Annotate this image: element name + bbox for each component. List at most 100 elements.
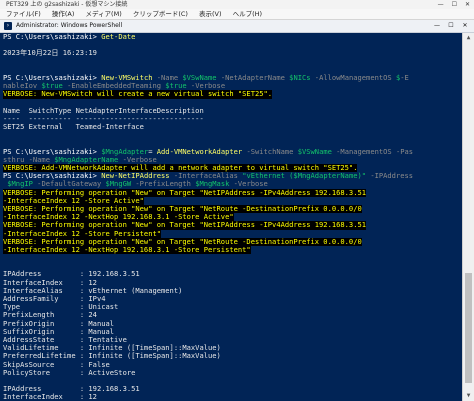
console-text: $MngAdapterName — [54, 155, 119, 164]
console-line: SkipAsSource : False — [3, 361, 462, 369]
close-icon[interactable]: ✕ — [458, 20, 472, 32]
console-text: New-NetIPAddress — [101, 172, 170, 181]
console-line: sthru -Name $MngAdapterName -Verbose — [3, 156, 462, 164]
maximize-icon[interactable]: ☐ — [444, 20, 458, 32]
console-text: -Verbose — [229, 180, 268, 189]
verbose-text: -InterfaceIndex 12 -NextHop 192.168.3.1 … — [3, 213, 234, 222]
console-text: IPAddress : 192.168.3.51 — [3, 270, 140, 279]
console-text: $NICs — [289, 73, 311, 82]
console-text: $VSwName — [297, 147, 332, 156]
console-text: InterfaceIndex : 12 — [3, 278, 97, 287]
maximize-icon[interactable]: ☐ — [452, 0, 457, 9]
console-text: ValidLifetime : Infinite ([TimeSpan]::Ma… — [3, 344, 221, 353]
console-line: IPAddress : 192.168.3.51 — [3, 385, 462, 393]
console-line: IPAddress : 192.168.3.51 — [3, 270, 462, 278]
console-text: -E — [400, 73, 409, 82]
menu-file[interactable]: ファイル(F) — [6, 10, 41, 18]
vm-menu-bar: ファイル(F) 操作(A) メディア(M) クリップボード(C) 表示(V) ヘ… — [0, 9, 474, 20]
powershell-window-controls: — ☐ ✕ — [430, 20, 472, 32]
console-line: AddressFamily : IPv4 — [3, 295, 462, 303]
console-text: PS C:\Users\sashizaki> — [3, 73, 102, 82]
console-line: VERBOSE: New-VMSwitch will create a new … — [3, 90, 462, 99]
verbose-text: -InterfaceIndex 12 -Store Active" — [3, 196, 144, 205]
console-text: -Verbose — [186, 82, 226, 91]
menu-view[interactable]: 表示(V) — [199, 10, 222, 18]
console-line: VERBOSE: Performing operation "New" on T… — [3, 221, 462, 230]
console-text: -NetAdapterName — [216, 73, 290, 82]
console-line: PS C:\Users\sashizaki> $MngAdapter= Add-… — [3, 148, 462, 156]
console-text: $MngIP — [3, 180, 33, 189]
console-line: ---- ---------- ------------------------… — [3, 115, 462, 123]
console-line: InterfaceIndex : 12 — [3, 393, 462, 401]
console-text: -IPAddress — [366, 172, 414, 181]
console-line: VERBOSE: Performing operation "New" on T… — [3, 204, 462, 214]
powershell-titlebar: › Administrator: Windows PowerShell — ☐ … — [0, 20, 474, 33]
console-text: SET25 External Teamed-Interface — [3, 123, 144, 132]
console-text: PS C:\Users\sashizaki> — [3, 147, 102, 156]
console-text: ---- ---------- ------------------------… — [3, 114, 204, 123]
console-line: PrefixLength : 24 — [3, 311, 462, 319]
verbose-text: -InterfaceIndex 12 -NextHop 192.168.3.1 … — [3, 245, 251, 255]
console-scrollbar[interactable]: ▲ ▼ — [462, 33, 474, 401]
minimize-icon[interactable]: — — [430, 20, 444, 32]
menu-help[interactable]: ヘルプ(H) — [233, 10, 262, 18]
console-text: Name SwitchType NetAdapterInterfaceDescr… — [3, 106, 204, 115]
powershell-window: › Administrator: Windows PowerShell — ☐ … — [0, 20, 474, 401]
console-text: -ManagementOS -Pas — [331, 147, 414, 156]
console-text: "vEthernet ($MngAdapterName)" — [242, 172, 367, 181]
console-text: PS C:\Users\sashizaki> — [3, 33, 102, 41]
verbose-text: VERBOSE: Performing operation "New" on T… — [3, 221, 367, 230]
console-text: IPAddress : 192.168.3.51 — [3, 385, 140, 394]
console-line: AddressState : Tentative — [3, 336, 462, 344]
console-text: $true — [165, 82, 187, 91]
console-text: PS C:\Users\sashizaki> — [3, 172, 102, 181]
console-text: $VSwName — [182, 73, 217, 82]
console-line: Type : Unicast — [3, 303, 462, 311]
console-line: PS C:\Users\sashizaki> Get-Date — [3, 33, 462, 41]
vm-connection-title: PET329 上の g2sashizaki - 仮想マシン接続 — [6, 1, 128, 8]
console-text: New-VMSwitch — [101, 73, 153, 82]
console-line: nableIov $true -EnableEmbeddedTeaming $t… — [3, 82, 462, 90]
menu-clipboard[interactable]: クリップボード(C) — [133, 10, 188, 18]
console-line: PS C:\Users\sashizaki> New-VMSwitch -Nam… — [3, 74, 462, 82]
menu-action[interactable]: 操作(A) — [52, 10, 75, 18]
scroll-up-arrow-icon[interactable]: ▲ — [463, 33, 474, 43]
console-text: $MngAdapter — [101, 147, 149, 156]
console-text: -Verbose — [118, 155, 157, 164]
console-text: = — [148, 147, 157, 156]
console-line: -InterfaceIndex 12 -Store Persistent" — [3, 229, 462, 238]
console-line: $MngIP -DefaultGateway $MngGW -PrefixLen… — [3, 180, 462, 188]
console-line: PS C:\Users\sashizaki> New-NetIPAddress … — [3, 172, 462, 180]
console-text: -EnableEmbeddedTeaming — [62, 82, 166, 91]
console-line: -InterfaceIndex 12 -NextHop 192.168.3.1 … — [3, 245, 462, 255]
vm-connection-titlebar: PET329 上の g2sashizaki - 仮想マシン接続 — ☐ ✕ — [0, 0, 474, 9]
verbose-text: VERBOSE: Performing operation "New" on T… — [3, 204, 362, 214]
console-text: Get-Date — [101, 33, 136, 41]
powershell-icon: › — [4, 22, 12, 30]
console-text: PrefixOrigin : Manual — [3, 319, 115, 328]
close-icon[interactable]: ✕ — [465, 0, 470, 9]
menu-media[interactable]: メディア(M) — [86, 10, 122, 18]
console-line: ValidLifetime : Infinite ([TimeSpan]::Ma… — [3, 344, 462, 352]
console-line: -InterfaceIndex 12 -Store Active" — [3, 196, 462, 205]
verbose-text: VERBOSE: Performing operation "New" on T… — [3, 188, 367, 197]
console-text: AddressState : Tentative — [3, 335, 127, 344]
console-text: SkipAsSource : False — [3, 360, 110, 369]
console-text: $MngGW — [105, 180, 132, 189]
console-text: -PrefixLength — [131, 180, 196, 189]
scroll-down-arrow-icon[interactable]: ▼ — [463, 391, 474, 401]
console-text: -SwitchName — [242, 147, 298, 156]
minimize-icon[interactable]: — — [438, 0, 444, 9]
console-output[interactable]: PS C:\Users\sashizaki> Get-Date 2023年10月2… — [0, 33, 462, 401]
console-text: -DefaultGateway — [32, 180, 106, 189]
console-text: 2023年10月22日 16:23:19 — [3, 49, 97, 58]
scrollbar-thumb[interactable] — [465, 273, 472, 383]
console-text: -Name — [152, 73, 183, 82]
